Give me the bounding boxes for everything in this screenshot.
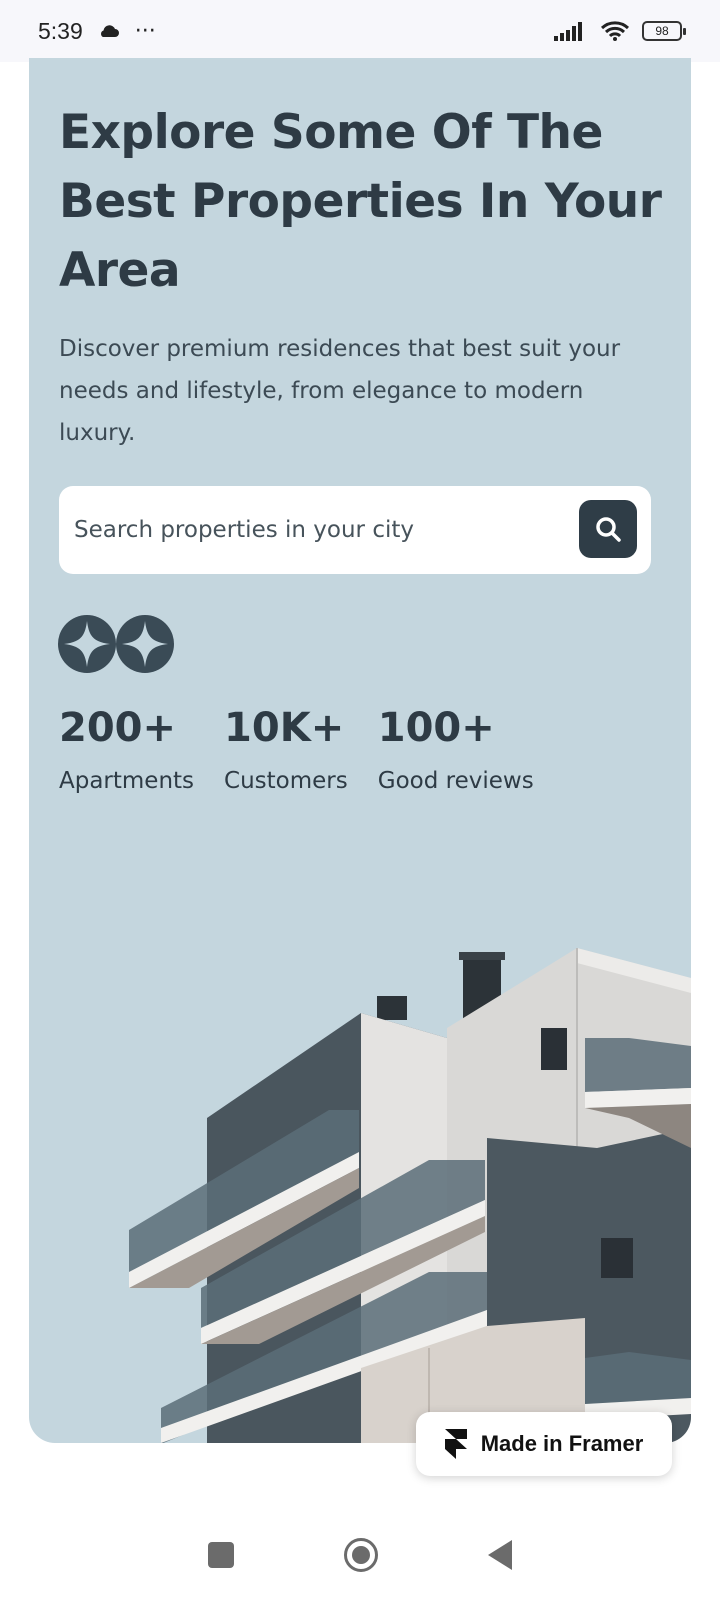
status-bar: 5:39 ··· 98 <box>0 0 720 62</box>
hero-title: Explore Some Of The Best Properties In Y… <box>59 105 662 298</box>
stat-value: 10K+ <box>224 705 345 751</box>
system-navigation-bar <box>0 1510 720 1600</box>
framer-logo-icon <box>444 1429 467 1459</box>
framer-badge-label: Made in Framer <box>480 1431 644 1456</box>
status-time: 5:39 <box>38 17 83 44</box>
home-button[interactable] <box>344 1538 378 1572</box>
stat-value: 100+ <box>377 705 495 751</box>
wifi-icon <box>600 21 630 41</box>
stat-label: Good reviews <box>377 768 534 794</box>
stat-value: 200+ <box>59 705 177 751</box>
sparkle-icon <box>58 615 116 673</box>
stat-reviews: 100+ Good reviews <box>378 698 534 794</box>
battery-icon: 98 <box>642 21 686 41</box>
building-image <box>129 948 691 1443</box>
more-notifications-icon: ··· <box>134 18 156 44</box>
signal-icon <box>554 22 582 41</box>
sparkle-icon <box>116 615 174 673</box>
stat-apartments: 200+ Apartments <box>59 698 194 794</box>
cloud-icon <box>100 25 119 37</box>
search-input[interactable] <box>74 517 554 543</box>
stat-label: Customers <box>224 768 348 794</box>
battery-level: 98 <box>655 24 669 38</box>
hero-card: Explore Some Of The Best Properties In Y… <box>29 58 691 1443</box>
made-in-framer-badge[interactable]: Made in Framer <box>416 1412 672 1476</box>
recent-apps-button[interactable] <box>208 1542 234 1568</box>
stat-label: Apartments <box>59 768 195 794</box>
search-icon <box>596 517 621 542</box>
search-button[interactable] <box>579 500 637 558</box>
hero-description: Discover premium residences that best su… <box>59 336 621 446</box>
stat-customers: 10K+ Customers <box>224 698 348 794</box>
back-button[interactable] <box>488 1540 512 1570</box>
sparkle-badges <box>58 615 174 673</box>
search-bar <box>59 486 651 574</box>
stats-row: 200+ Apartments 10K+ Customers 100+ Good… <box>59 698 564 794</box>
